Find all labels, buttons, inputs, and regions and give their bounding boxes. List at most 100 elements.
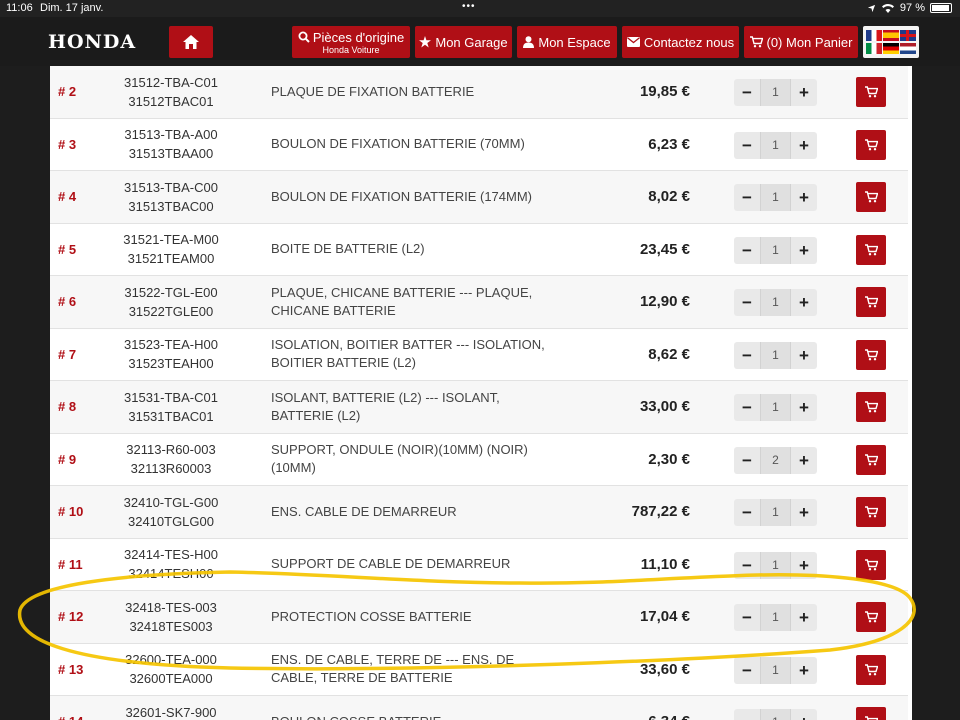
flag-es-icon[interactable] xyxy=(883,30,899,41)
part-ref-formatted: 32410-TGL-G00 xyxy=(123,494,219,510)
cart-icon xyxy=(864,138,878,150)
increase-quantity-button[interactable]: + xyxy=(791,657,817,684)
add-to-cart-button[interactable] xyxy=(856,287,886,317)
contact-button[interactable]: Contactez nous xyxy=(622,26,739,58)
decrease-quantity-button[interactable]: − xyxy=(734,709,760,720)
increase-quantity-button[interactable]: + xyxy=(791,604,817,631)
cart-icon xyxy=(749,36,763,48)
part-ref-formatted: 31531-TBA-C01 xyxy=(124,389,218,405)
quantity-value[interactable]: 1 xyxy=(760,79,791,106)
decrease-quantity-button[interactable]: − xyxy=(734,499,760,526)
decrease-quantity-button[interactable]: − xyxy=(734,184,760,211)
increase-quantity-button[interactable]: + xyxy=(791,342,817,369)
add-to-cart-button[interactable] xyxy=(856,77,886,107)
contact-label: Contactez nous xyxy=(643,34,735,50)
item-number: # 8 xyxy=(58,399,77,415)
multitask-dots[interactable]: ••• xyxy=(462,1,476,12)
increase-quantity-button[interactable]: + xyxy=(791,132,817,159)
decrease-quantity-button[interactable]: − xyxy=(734,289,760,316)
part-ref-code: 31513TBAA00 xyxy=(128,146,214,162)
add-to-cart-button[interactable] xyxy=(856,654,886,685)
part-ref-code: 31531TBAC01 xyxy=(128,408,214,424)
decrease-quantity-button[interactable]: − xyxy=(734,552,760,579)
flag-de-icon[interactable] xyxy=(883,43,899,54)
quantity-stepper: −1+ xyxy=(734,236,817,264)
decrease-quantity-button[interactable]: − xyxy=(734,604,760,631)
cart-icon xyxy=(864,663,878,675)
decrease-quantity-button[interactable]: − xyxy=(734,447,760,474)
quantity-value[interactable]: 1 xyxy=(760,341,791,369)
table-row: # 11 32414-TES-H00 32414TESH00 SUPPORT DE C… xyxy=(50,539,908,591)
home-button[interactable] xyxy=(169,26,213,58)
quantity-value[interactable]: 1 xyxy=(760,289,791,316)
decrease-quantity-button[interactable]: − xyxy=(734,237,760,264)
flag-fr-icon[interactable] xyxy=(866,30,882,41)
flag-uk-icon[interactable] xyxy=(900,30,916,41)
part-ref-formatted: 31523-TEA-H00 xyxy=(124,337,218,353)
quantity-value[interactable]: 1 xyxy=(760,236,791,264)
part-ref-formatted: 32418-TES-003 xyxy=(125,599,217,615)
my-space-label: Mon Espace xyxy=(538,34,611,50)
table-row: # 12 32418-TES-003 32418TES003 PROTECTION C… xyxy=(50,591,908,644)
quantity-value[interactable]: 1 xyxy=(760,394,791,421)
part-price: 6,34 € xyxy=(590,696,690,720)
increase-quantity-button[interactable]: + xyxy=(791,79,817,106)
add-to-cart-button[interactable] xyxy=(856,707,886,720)
quantity-value[interactable]: 1 xyxy=(760,656,791,684)
language-selector[interactable] xyxy=(863,26,919,58)
increase-quantity-button[interactable]: + xyxy=(791,447,817,474)
quantity-value[interactable]: 1 xyxy=(760,709,791,720)
increase-quantity-button[interactable]: + xyxy=(791,394,817,421)
part-price: 17,04 € xyxy=(639,608,690,626)
part-description: PROTECTION COSSE BATTERIE xyxy=(271,608,472,624)
cart-icon xyxy=(864,348,878,360)
wifi-icon xyxy=(881,4,894,13)
add-to-cart-button[interactable] xyxy=(856,339,886,370)
add-to-cart-button[interactable] xyxy=(856,392,886,422)
part-reference: 32410-TGL-G00 32410TGLG00 xyxy=(108,486,234,538)
increase-quantity-button[interactable]: + xyxy=(791,289,817,316)
honda-logo[interactable]: HONDA xyxy=(48,31,136,53)
add-to-cart-button[interactable] xyxy=(856,549,886,580)
add-to-cart-button[interactable] xyxy=(856,182,886,212)
quantity-value[interactable]: 1 xyxy=(760,184,791,211)
my-space-button[interactable]: Mon Espace xyxy=(517,26,617,58)
add-to-cart-button[interactable] xyxy=(856,234,886,265)
quantity-value[interactable]: 2 xyxy=(760,446,791,474)
table-row: # 8 31531-TBA-C01 31531TBAC01 ISOLANT, BATT… xyxy=(50,381,908,434)
original-parts-button[interactable]: Pièces d'origine Honda Voiture xyxy=(292,26,410,58)
add-to-cart-button[interactable] xyxy=(856,497,886,527)
quantity-value[interactable]: 1 xyxy=(760,499,791,526)
increase-quantity-button[interactable]: + xyxy=(791,499,817,526)
part-description: BOULON DE FIXATION BATTERIE (174MM) xyxy=(271,188,532,204)
decrease-quantity-button[interactable]: − xyxy=(734,394,760,421)
quantity-stepper: −1+ xyxy=(734,184,817,211)
increase-quantity-button[interactable]: + xyxy=(791,237,817,264)
location-icon xyxy=(867,4,876,12)
flag-it-icon[interactable] xyxy=(866,43,882,54)
table-row: # 10 32410-TGL-G00 32410TGLG00 ENS. CABLE D… xyxy=(50,486,908,539)
item-number: # 5 xyxy=(58,241,77,257)
quantity-value[interactable]: 1 xyxy=(760,604,791,631)
quantity-stepper: −1+ xyxy=(734,604,817,631)
quantity-value[interactable]: 1 xyxy=(760,551,791,579)
original-parts-sublabel: Honda Voiture xyxy=(322,44,380,55)
flag-nl-icon[interactable] xyxy=(900,43,916,54)
decrease-quantity-button[interactable]: − xyxy=(734,342,760,369)
battery-icon xyxy=(930,3,952,13)
part-ref-code: 31513TBAC00 xyxy=(128,198,214,214)
part-ref-formatted: 32600-TEA-000 xyxy=(125,652,217,668)
add-to-cart-button[interactable] xyxy=(856,444,886,475)
add-to-cart-button[interactable] xyxy=(856,129,886,160)
decrease-quantity-button[interactable]: − xyxy=(734,79,760,106)
quantity-value[interactable]: 1 xyxy=(760,131,791,159)
increase-quantity-button[interactable]: + xyxy=(791,709,817,720)
increase-quantity-button[interactable]: + xyxy=(791,552,817,579)
quantity-stepper: −1+ xyxy=(734,709,817,720)
cart-button[interactable]: (0) Mon Panier xyxy=(744,26,858,58)
decrease-quantity-button[interactable]: − xyxy=(734,132,760,159)
my-garage-button[interactable]: Mon Garage xyxy=(415,26,512,58)
decrease-quantity-button[interactable]: − xyxy=(734,657,760,684)
add-to-cart-button[interactable] xyxy=(856,602,886,632)
increase-quantity-button[interactable]: + xyxy=(791,184,817,211)
